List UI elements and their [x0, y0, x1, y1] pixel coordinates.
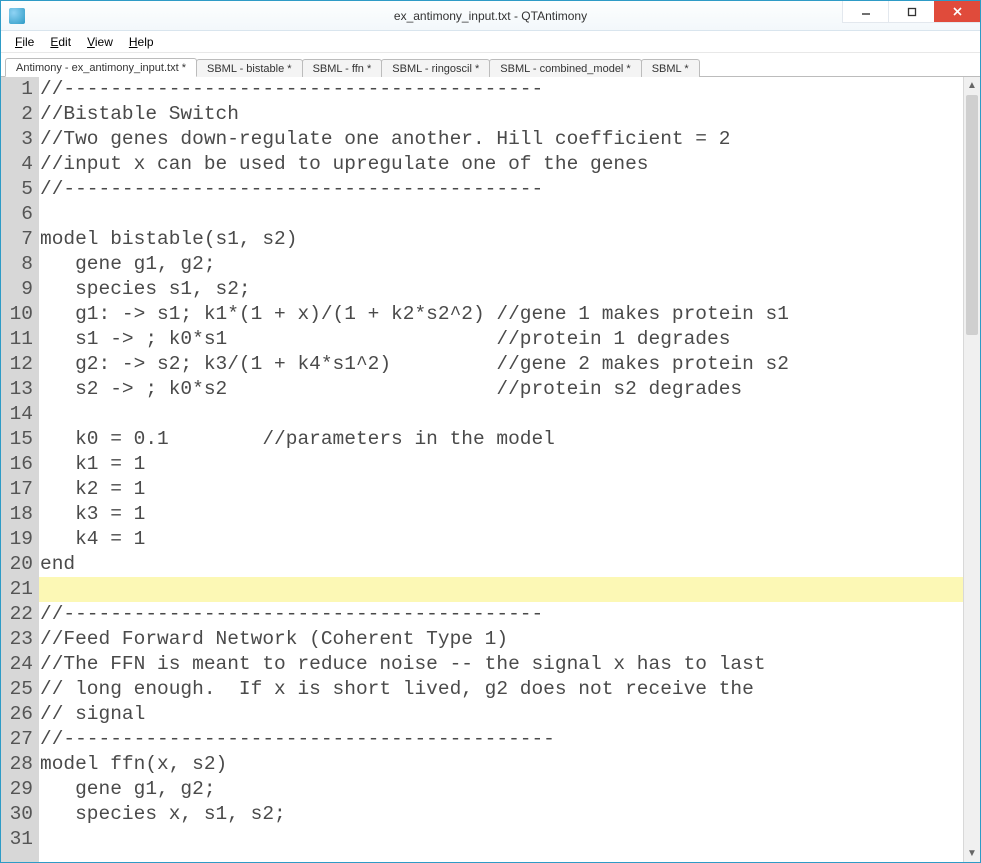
line-number: 30 — [9, 802, 35, 827]
line-number: 16 — [9, 452, 35, 477]
code-line[interactable]: //Two genes down-regulate one another. H… — [39, 127, 963, 152]
line-number: 2 — [9, 102, 35, 127]
code-line[interactable]: //Bistable Switch — [39, 102, 963, 127]
line-number: 12 — [9, 352, 35, 377]
code-line[interactable]: // long enough. If x is short lived, g2 … — [39, 677, 963, 702]
code-line[interactable]: g2: -> s2; k3/(1 + k4*s1^2) //gene 2 mak… — [39, 352, 963, 377]
line-number: 20 — [9, 552, 35, 577]
code-line[interactable]: species x, s1, s2; — [39, 802, 963, 827]
code-line[interactable]: k2 = 1 — [39, 477, 963, 502]
line-number: 4 — [9, 152, 35, 177]
code-line[interactable]: g1: -> s1; k1*(1 + x)/(1 + k2*s2^2) //ge… — [39, 302, 963, 327]
window-controls — [842, 1, 980, 30]
window-title: ex_antimony_input.txt - QTAntimony — [1, 9, 980, 23]
line-number: 23 — [9, 627, 35, 652]
line-number: 11 — [9, 327, 35, 352]
code-editor[interactable]: 1234567891011121314151617181920212223242… — [1, 77, 963, 862]
code-line[interactable]: //--------------------------------------… — [39, 177, 963, 202]
code-line[interactable]: // signal — [39, 702, 963, 727]
code-line[interactable]: //--------------------------------------… — [39, 727, 963, 752]
code-line[interactable]: k3 = 1 — [39, 502, 963, 527]
titlebar[interactable]: ex_antimony_input.txt - QTAntimony — [1, 1, 980, 31]
code-line[interactable]: //--------------------------------------… — [39, 77, 963, 102]
vertical-scrollbar[interactable]: ▲ ▼ — [963, 77, 980, 862]
line-number: 28 — [9, 752, 35, 777]
line-number: 22 — [9, 602, 35, 627]
app-icon — [9, 8, 25, 24]
code-line[interactable]: end — [39, 552, 963, 577]
line-number: 14 — [9, 402, 35, 427]
code-line[interactable]: s2 -> ; k0*s2 //protein s2 degrades — [39, 377, 963, 402]
code-line[interactable]: model ffn(x, s2) — [39, 752, 963, 777]
tabbar: Antimony - ex_antimony_input.txt *SBML -… — [1, 53, 980, 77]
code-line[interactable]: s1 -> ; k0*s1 //protein 1 degrades — [39, 327, 963, 352]
code-line[interactable]: //Feed Forward Network (Coherent Type 1) — [39, 627, 963, 652]
code-line[interactable]: k1 = 1 — [39, 452, 963, 477]
close-button[interactable] — [934, 1, 980, 23]
line-number: 17 — [9, 477, 35, 502]
code-line[interactable] — [39, 827, 963, 852]
code-content[interactable]: //--------------------------------------… — [39, 77, 963, 862]
line-number: 9 — [9, 277, 35, 302]
menu-help[interactable]: Help — [121, 33, 162, 51]
code-line[interactable]: model bistable(s1, s2) — [39, 227, 963, 252]
line-number: 18 — [9, 502, 35, 527]
menu-file[interactable]: File — [7, 33, 42, 51]
line-number: 27 — [9, 727, 35, 752]
line-number: 15 — [9, 427, 35, 452]
line-number: 7 — [9, 227, 35, 252]
line-number: 6 — [9, 202, 35, 227]
tab-3[interactable]: SBML - ringoscil * — [381, 59, 490, 77]
minimize-button[interactable] — [842, 1, 888, 23]
code-line[interactable]: //--------------------------------------… — [39, 602, 963, 627]
tab-5[interactable]: SBML * — [641, 59, 700, 77]
code-line[interactable]: k0 = 0.1 //parameters in the model — [39, 427, 963, 452]
line-number: 19 — [9, 527, 35, 552]
tab-2[interactable]: SBML - ffn * — [302, 59, 383, 77]
line-number: 26 — [9, 702, 35, 727]
code-line[interactable]: species s1, s2; — [39, 277, 963, 302]
code-line[interactable]: //input x can be used to upregulate one … — [39, 152, 963, 177]
line-number: 8 — [9, 252, 35, 277]
tab-4[interactable]: SBML - combined_model * — [489, 59, 641, 77]
line-number: 10 — [9, 302, 35, 327]
line-number: 1 — [9, 77, 35, 102]
line-number: 24 — [9, 652, 35, 677]
app-window: ex_antimony_input.txt - QTAntimony File … — [0, 0, 981, 863]
tab-1[interactable]: SBML - bistable * — [196, 59, 303, 77]
code-line[interactable] — [39, 402, 963, 427]
code-line[interactable]: //The FFN is meant to reduce noise -- th… — [39, 652, 963, 677]
menubar: File Edit View Help — [1, 31, 980, 53]
menu-edit[interactable]: Edit — [42, 33, 79, 51]
code-line[interactable]: gene g1, g2; — [39, 252, 963, 277]
line-gutter: 1234567891011121314151617181920212223242… — [1, 77, 39, 862]
tab-0[interactable]: Antimony - ex_antimony_input.txt * — [5, 58, 197, 77]
editor-area: 1234567891011121314151617181920212223242… — [1, 77, 980, 862]
line-number: 31 — [9, 827, 35, 852]
code-line[interactable] — [39, 202, 963, 227]
maximize-button[interactable] — [888, 1, 934, 23]
code-line[interactable]: k4 = 1 — [39, 527, 963, 552]
minimize-icon — [861, 7, 871, 17]
scroll-down-arrow[interactable]: ▼ — [964, 845, 980, 862]
close-icon — [952, 6, 963, 17]
line-number: 3 — [9, 127, 35, 152]
maximize-icon — [907, 7, 917, 17]
line-number: 5 — [9, 177, 35, 202]
line-number: 21 — [9, 577, 35, 602]
scroll-thumb[interactable] — [966, 95, 978, 335]
line-number: 29 — [9, 777, 35, 802]
menu-view[interactable]: View — [79, 33, 121, 51]
code-line[interactable]: gene g1, g2; — [39, 777, 963, 802]
line-number: 25 — [9, 677, 35, 702]
scroll-up-arrow[interactable]: ▲ — [964, 77, 980, 94]
code-line[interactable] — [39, 577, 963, 602]
line-number: 13 — [9, 377, 35, 402]
